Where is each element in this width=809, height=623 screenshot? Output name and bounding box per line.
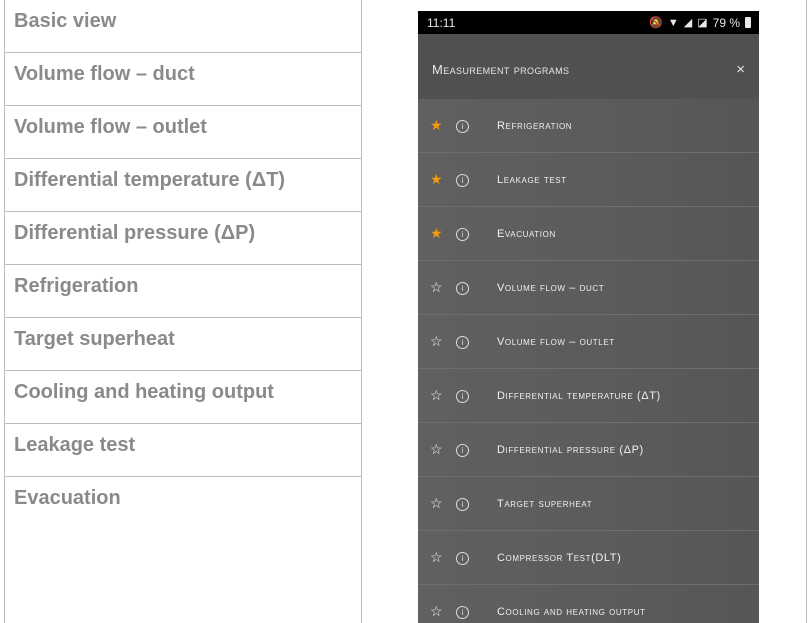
- battery-percent: 79 %: [712, 15, 740, 30]
- list-item[interactable]: ☆ i Differential pressure (ΔP): [418, 423, 759, 477]
- table-row: Volume flow – duct: [5, 53, 361, 106]
- info-icon[interactable]: i: [456, 388, 482, 403]
- battery-icon: [745, 17, 751, 28]
- info-icon[interactable]: i: [456, 550, 482, 565]
- star-outline-icon[interactable]: ☆: [418, 387, 456, 404]
- info-icon[interactable]: i: [456, 334, 482, 349]
- item-label: Evacuation: [497, 227, 556, 240]
- item-label: Compressor Test(DLT): [497, 551, 622, 564]
- table-row: Differential temperature (ΔT): [5, 159, 361, 212]
- table-row: Refrigeration: [5, 265, 361, 318]
- signal-icon: ◢: [683, 17, 693, 29]
- item-label: Cooling and heating output: [497, 605, 646, 618]
- star-outline-icon[interactable]: ☆: [418, 549, 456, 566]
- phone-screen: 11:11 🔕 ▼ ◢ ◪ 79 % Measurement programs …: [418, 11, 759, 623]
- info-icon[interactable]: i: [456, 172, 482, 187]
- info-icon[interactable]: i: [456, 604, 482, 619]
- table-row: Target superheat: [5, 318, 361, 371]
- info-icon[interactable]: i: [456, 496, 482, 511]
- status-time: 11:11: [427, 15, 456, 30]
- mute-icon: 🔕: [649, 17, 663, 29]
- item-label: Volume flow – duct: [497, 281, 605, 294]
- star-filled-icon[interactable]: ★: [418, 225, 456, 242]
- item-label: Target superheat: [497, 497, 593, 510]
- star-filled-icon[interactable]: ★: [418, 117, 456, 134]
- close-button[interactable]: ×: [736, 61, 745, 78]
- info-icon[interactable]: i: [456, 118, 482, 133]
- star-filled-icon[interactable]: ★: [418, 171, 456, 188]
- star-outline-icon[interactable]: ☆: [418, 333, 456, 350]
- app-header: Measurement programs ×: [418, 34, 759, 104]
- list-item[interactable]: ☆ i Differential temperature (ΔT): [418, 369, 759, 423]
- table-right-border: [806, 0, 807, 623]
- list-item[interactable]: ☆ i Volume flow – outlet: [418, 315, 759, 369]
- info-icon[interactable]: i: [456, 442, 482, 457]
- status-bar: 11:11 🔕 ▼ ◢ ◪ 79 %: [418, 11, 759, 34]
- info-icon[interactable]: i: [456, 226, 482, 241]
- list-item[interactable]: ☆ i Target superheat: [418, 477, 759, 531]
- program-table: Basic view Volume flow – duct Volume flo…: [4, 0, 362, 623]
- info-icon[interactable]: i: [456, 280, 482, 295]
- star-outline-icon[interactable]: ☆: [418, 495, 456, 512]
- table-row: Leakage test: [5, 424, 361, 477]
- table-row: Differential pressure (ΔP): [5, 212, 361, 265]
- table-row: Basic view: [5, 0, 361, 53]
- item-label: Differential pressure (ΔP): [497, 443, 644, 456]
- list-item[interactable]: ★ i Evacuation: [418, 207, 759, 261]
- table-row: Volume flow – outlet: [5, 106, 361, 159]
- list-item[interactable]: ☆ i Compressor Test(DLT): [418, 531, 759, 585]
- page-title: Measurement programs: [432, 61, 570, 77]
- item-label: Differential temperature (ΔT): [497, 389, 661, 402]
- list-item[interactable]: ☆ i Cooling and heating output: [418, 585, 759, 623]
- item-label: Refrigeration: [497, 119, 573, 132]
- table-row: Cooling and heating output: [5, 371, 361, 424]
- list-item[interactable]: ★ i Refrigeration: [418, 99, 759, 153]
- item-label: Volume flow – outlet: [497, 335, 615, 348]
- list-item[interactable]: ★ i Leakage test: [418, 153, 759, 207]
- status-icons: 🔕 ▼ ◢ ◪ 79 %: [649, 16, 751, 30]
- program-list: ★ i Refrigeration ★ i Leakage test ★ i E…: [418, 99, 759, 623]
- star-outline-icon[interactable]: ☆: [418, 441, 456, 458]
- star-outline-icon[interactable]: ☆: [418, 603, 456, 620]
- star-outline-icon[interactable]: ☆: [418, 279, 456, 296]
- table-row: Evacuation: [14, 487, 121, 509]
- list-item[interactable]: ☆ i Volume flow – duct: [418, 261, 759, 315]
- no-sim-icon: ◪: [697, 17, 708, 29]
- item-label: Leakage test: [497, 173, 567, 186]
- wifi-icon: ▼: [667, 16, 679, 29]
